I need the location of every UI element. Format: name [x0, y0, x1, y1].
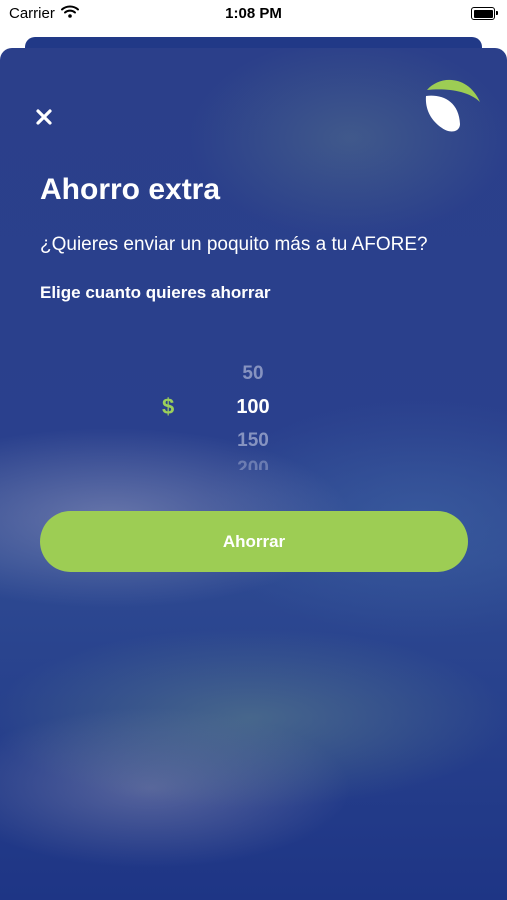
leaf-logo-icon [420, 76, 484, 136]
battery-icon [471, 7, 498, 20]
status-time: 1:08 PM [225, 5, 282, 22]
page-title: Ahorro extra [40, 173, 221, 206]
status-bar: Carrier 1:08 PM [0, 0, 507, 30]
extra-savings-sheet: Ahorro extra ¿Quieres enviar un poquito … [0, 48, 507, 900]
amount-picker[interactable]: $ 50 100 150 200 [0, 358, 507, 478]
amount-prompt: Elige cuanto quieres ahorrar [40, 283, 271, 302]
picker-selected-option[interactable]: 100 [203, 396, 303, 419]
close-icon[interactable] [33, 106, 55, 128]
picker-option[interactable]: 200 [203, 458, 303, 470]
subtitle: ¿Quieres enviar un poquito más a tu AFOR… [40, 234, 428, 255]
save-button[interactable]: Ahorrar [40, 511, 468, 572]
currency-symbol: $ [162, 394, 175, 419]
picker-option[interactable]: 150 [203, 430, 303, 452]
picker-option[interactable]: 50 [203, 363, 303, 385]
